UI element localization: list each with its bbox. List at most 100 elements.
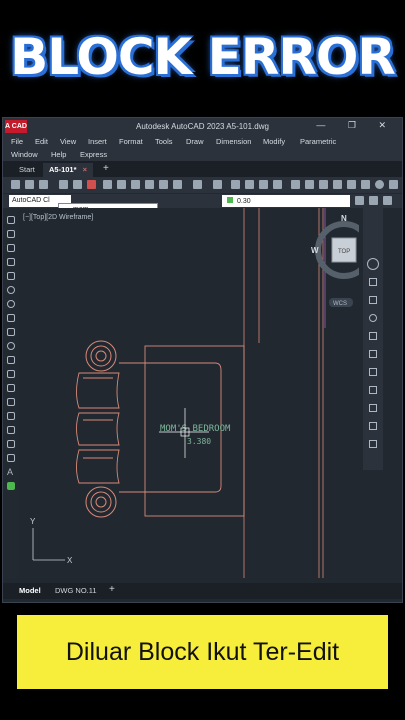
room-label-2[interactable]: 3.380 <box>187 437 211 446</box>
headline: BLOCK ERROR <box>10 28 396 86</box>
lineweight-dropdown[interactable]: 0.30 <box>222 195 350 207</box>
line-icon[interactable] <box>7 216 15 224</box>
zoom-all-icon[interactable] <box>369 368 377 376</box>
polygon-icon[interactable] <box>7 258 15 266</box>
ucs-icon <box>32 528 65 561</box>
add-layout-button[interactable]: + <box>109 584 115 595</box>
table-icon[interactable] <box>7 454 15 462</box>
zoom-in-icon[interactable] <box>369 404 377 412</box>
menu-window[interactable]: Window <box>11 150 38 159</box>
menu-tools[interactable]: Tools <box>155 137 173 146</box>
make-block-icon[interactable] <box>7 384 15 392</box>
zoom-previous-icon[interactable] <box>273 180 282 189</box>
steering-wheel-icon[interactable] <box>367 258 379 270</box>
new-tab-button[interactable]: + <box>97 161 115 175</box>
orbit-nav-icon[interactable] <box>369 314 377 322</box>
add-selected-icon[interactable] <box>7 482 15 490</box>
copy-icon[interactable] <box>117 180 126 189</box>
tab-a5-101-label: A5-101* <box>49 165 77 174</box>
menu-bar: File Edit View Insert Format Tools Draw … <box>3 135 402 161</box>
settings-icon[interactable] <box>389 180 398 189</box>
undo-icon[interactable] <box>193 180 202 189</box>
design-center-icon[interactable] <box>305 180 314 189</box>
hatch-icon[interactable] <box>7 412 15 420</box>
redo-icon[interactable] <box>213 180 222 189</box>
cut-icon[interactable] <box>103 180 112 189</box>
caption-banner: Diluar Block Ikut Ter-Edit <box>17 615 388 689</box>
insert-block-icon[interactable] <box>7 370 15 378</box>
circle-icon[interactable] <box>7 300 15 308</box>
multiline-text-icon[interactable]: A <box>7 468 15 477</box>
zoom-object-icon[interactable] <box>369 386 377 394</box>
layer-icon[interactable] <box>173 180 182 189</box>
ucs-menu-label[interactable]: WCS <box>333 301 347 307</box>
ucs-x-label: X <box>67 556 73 565</box>
match-properties-icon[interactable] <box>145 180 154 189</box>
tab-layout-dwg11[interactable]: DWG NO.11 <box>55 586 97 595</box>
arc-icon[interactable] <box>7 286 15 294</box>
room-label-1[interactable]: MOM'S BEDROOM <box>160 424 231 434</box>
calculator-icon[interactable] <box>361 180 370 189</box>
polyline-icon[interactable] <box>7 244 15 252</box>
layer-state-icon[interactable] <box>369 196 378 205</box>
zoom-window-icon[interactable] <box>259 180 268 189</box>
zoom-realtime-icon[interactable] <box>245 180 254 189</box>
rectangle-icon[interactable] <box>7 272 15 280</box>
viewcube-face[interactable]: TOP <box>338 249 350 255</box>
zoom-extents-icon[interactable] <box>369 350 377 358</box>
pan-icon[interactable] <box>231 180 240 189</box>
ellipse-icon[interactable] <box>7 342 15 350</box>
sheet-set-icon[interactable] <box>333 180 342 189</box>
open-icon[interactable] <box>25 180 34 189</box>
gradient-icon[interactable] <box>7 426 15 434</box>
drawing-canvas[interactable]: [−][Top][2D Wireframe] MOM'S BEDROOM 3.3… <box>19 208 359 578</box>
tab-start[interactable]: Start <box>13 163 41 177</box>
tab-model[interactable]: Model <box>19 586 41 595</box>
menu-edit[interactable]: Edit <box>35 137 48 146</box>
publish-icon[interactable] <box>87 180 96 189</box>
menu-format[interactable]: Format <box>119 137 143 146</box>
menu-modify[interactable]: Modify <box>263 137 285 146</box>
properties-icon[interactable] <box>291 180 300 189</box>
draw-toolbar: A <box>3 208 19 578</box>
close-tab-icon[interactable]: × <box>83 165 87 174</box>
drawing-svg: MOM'S BEDROOM 3.380 Y X TOP N W WCS <box>30 208 359 578</box>
point-icon[interactable] <box>7 398 15 406</box>
plot-preview-icon[interactable] <box>73 180 82 189</box>
tab-a5-101[interactable]: A5-101* × <box>43 163 94 177</box>
isolate-layer-icon[interactable] <box>383 196 392 205</box>
menu-parametric[interactable]: Parametric <box>300 137 336 146</box>
menu-view[interactable]: View <box>60 137 76 146</box>
file-tabs: Start A5-101* × + <box>3 161 402 177</box>
menu-dimension[interactable]: Dimension <box>216 137 251 146</box>
title-bar: A CAD Autodesk AutoCAD 2023 A5-101.dwg —… <box>3 118 402 135</box>
construction-line-icon[interactable] <box>7 230 15 238</box>
revision-cloud-icon[interactable] <box>7 314 15 322</box>
block-icon[interactable] <box>159 180 168 189</box>
layer-properties-icon[interactable] <box>355 196 364 205</box>
layout-tabs: Model DWG NO.11 + <box>3 583 402 599</box>
nav-settings-icon[interactable] <box>369 440 377 448</box>
paste-icon[interactable] <box>131 180 140 189</box>
print-icon[interactable] <box>59 180 68 189</box>
ellipse-arc-icon[interactable] <box>7 356 15 364</box>
zoom-nav-icon[interactable] <box>369 296 377 304</box>
menu-help[interactable]: Help <box>51 150 66 159</box>
save-icon[interactable] <box>39 180 48 189</box>
help-icon[interactable] <box>375 180 384 189</box>
viewcube-north[interactable]: N <box>341 214 347 223</box>
menu-draw[interactable]: Draw <box>186 137 204 146</box>
window-controls[interactable]: — ❐ ✕ <box>316 120 396 131</box>
viewcube-west[interactable]: W <box>311 246 319 255</box>
menu-file[interactable]: File <box>11 137 23 146</box>
menu-insert[interactable]: Insert <box>88 137 107 146</box>
new-icon[interactable] <box>11 180 20 189</box>
region-icon[interactable] <box>7 440 15 448</box>
markup-icon[interactable] <box>347 180 356 189</box>
pan-nav-icon[interactable] <box>369 278 377 286</box>
menu-express[interactable]: Express <box>80 150 107 159</box>
showmotion-icon[interactable] <box>369 332 377 340</box>
zoom-out-icon[interactable] <box>369 422 377 430</box>
tool-palettes-icon[interactable] <box>319 180 328 189</box>
spline-icon[interactable] <box>7 328 15 336</box>
